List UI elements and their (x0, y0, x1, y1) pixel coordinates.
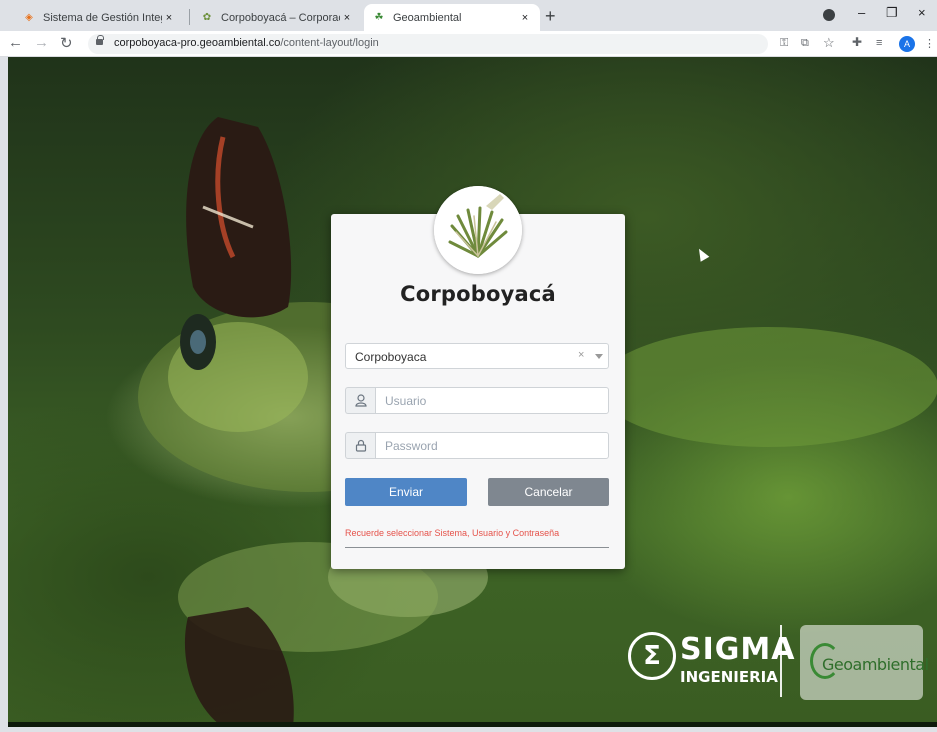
sigma-title: SIGMA (680, 632, 796, 667)
username-input[interactable] (375, 387, 609, 414)
new-tab-button[interactable]: + (545, 6, 556, 27)
tab-corpoboyaca[interactable]: ✿ Corpoboyacá – Corporación Autó × (192, 4, 362, 31)
minimize-button[interactable]: – (858, 5, 865, 20)
chevron-down-icon[interactable] (595, 354, 603, 359)
username-field (345, 387, 609, 414)
close-icon[interactable]: × (162, 12, 176, 24)
clear-selection-icon[interactable]: × (578, 349, 584, 361)
tab-title: Geoambiental (393, 11, 462, 24)
plant-logo-icon (434, 186, 522, 274)
lock-icon (96, 35, 104, 45)
system-select[interactable]: Corpoboyaca × (345, 343, 609, 369)
close-window-button[interactable]: × (918, 5, 926, 20)
tab-title: Sistema de Gestión Integral (43, 11, 162, 24)
geoambiental-favicon-icon: ☘ (374, 12, 384, 23)
corpoboyaca-logo (434, 186, 522, 274)
url-text[interactable]: corpoboyaca-pro.geoambiental.co/content-… (114, 37, 379, 49)
geoambiental-logo: Geoambiental (800, 625, 929, 700)
submit-button[interactable]: Enviar (345, 478, 467, 506)
lock-icon (345, 432, 375, 459)
brand-title: Corpoboyacá (400, 282, 556, 306)
address-bar[interactable]: corpoboyaca-pro.geoambiental.co/content-… (88, 34, 768, 54)
divider (345, 547, 609, 548)
geoambiental-text: Geoambiental (822, 655, 929, 674)
translate-icon[interactable]: ⧉ (801, 37, 809, 50)
tab-geoambiental[interactable]: ☘ Geoambiental × (364, 4, 540, 31)
plant-favicon-icon: ✿ (202, 12, 212, 23)
bottom-strip (8, 722, 937, 727)
logo-divider (780, 625, 782, 697)
password-field (345, 432, 609, 459)
user-icon (345, 387, 375, 414)
login-hint-text: Recuerde seleccionar Sistema, Usuario y … (345, 528, 560, 538)
browser-toolbar: ← → ↻ corpoboyaca-pro.geoambiental.co/co… (0, 31, 937, 57)
back-arrow-icon[interactable]: ← (8, 34, 23, 51)
menu-kebab-icon[interactable]: ⋮ (924, 37, 935, 50)
password-input[interactable] (375, 432, 609, 459)
restore-button[interactable]: ❐ (886, 5, 898, 21)
forward-arrow-icon[interactable]: → (34, 34, 49, 51)
tab-title: Corpoboyacá – Corporación Autó (221, 11, 340, 24)
sigma-symbol-icon: Σ (628, 632, 676, 680)
close-icon[interactable]: × (518, 12, 532, 24)
tab-strip: ◈ Sistema de Gestión Integral × ✿ Corpob… (0, 0, 937, 31)
flame-favicon-icon: ◈ (25, 12, 33, 23)
reload-icon[interactable]: ↻ (60, 34, 73, 52)
system-select-value: Corpoboyaca (355, 350, 427, 364)
cancel-button[interactable]: Cancelar (488, 478, 609, 506)
key-icon[interactable]: ⚿ (780, 37, 788, 50)
reading-list-icon[interactable]: ≡ (876, 37, 882, 49)
close-icon[interactable]: × (340, 12, 354, 24)
sigma-subtitle: INGENIERIA (680, 668, 778, 686)
profile-avatar[interactable]: A (899, 36, 915, 52)
tab-sistema-gestion[interactable]: ◈ Sistema de Gestión Integral × (14, 4, 184, 31)
incognito-indicator-icon[interactable] (823, 9, 835, 21)
extensions-puzzle-icon[interactable]: ✚ (852, 35, 862, 49)
star-icon[interactable]: ☆ (823, 35, 835, 51)
sigma-ingenieria-logo: Σ SIGMA INGENIERIA (628, 630, 794, 692)
tab-separator (189, 9, 190, 25)
